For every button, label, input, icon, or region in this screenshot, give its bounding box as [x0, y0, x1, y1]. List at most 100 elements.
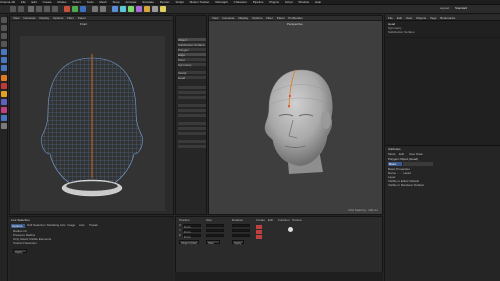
polygons-mode-icon[interactable]: [1, 65, 7, 71]
sculpted-head-model[interactable]: [209, 22, 384, 214]
coord-z-input[interactable]: 0 cm: [183, 234, 201, 239]
light-icon[interactable]: [160, 6, 166, 12]
rot-b-input[interactable]: [232, 234, 250, 237]
attr-tab-mode[interactable]: Mode: [388, 153, 396, 157]
material-swatch[interactable]: [256, 225, 262, 229]
tab-axis[interactable]: Axis: [79, 224, 85, 227]
rot-h-input[interactable]: [232, 224, 250, 227]
edges-mode-icon[interactable]: [1, 57, 7, 63]
model-mode-icon[interactable]: [1, 25, 7, 31]
grid-icon[interactable]: [1, 115, 7, 121]
vp-right-menu-cameras[interactable]: Cameras: [222, 16, 234, 20]
camera-icon[interactable]: [152, 6, 158, 12]
option-row[interactable]: Radius 10: [13, 230, 27, 233]
move-icon[interactable]: [36, 6, 42, 12]
attr-section-tab-2[interactable]: [403, 162, 433, 166]
render-view-icon[interactable]: [100, 6, 106, 12]
front-viewport[interactable]: View Cameras Display Options Filter Pane…: [9, 15, 174, 215]
om-menu-objects[interactable]: Objects: [416, 15, 426, 20]
perspective-viewport[interactable]: View Cameras Display Options Filter Pane…: [208, 15, 383, 215]
list-item[interactable]: [178, 109, 206, 112]
coord-x-input[interactable]: 0 cm: [183, 224, 201, 229]
attr-row[interactable]: Visible in Renderer Default: [388, 184, 424, 188]
list-item[interactable]: [178, 96, 206, 99]
list-item[interactable]: Edge: [178, 53, 206, 57]
subdivision-icon[interactable]: [128, 6, 134, 12]
om-menu-tags[interactable]: Tags: [430, 15, 436, 20]
workplane-icon[interactable]: [1, 41, 7, 47]
vp-right-menu-panel[interactable]: Panel: [277, 16, 285, 20]
size-mode-select[interactable]: Size: [206, 240, 220, 245]
list-item[interactable]: [178, 145, 206, 148]
list-item[interactable]: Polygon: [178, 48, 206, 52]
material-ball-icon[interactable]: [288, 227, 293, 232]
object-item-head[interactable]: Head: [388, 23, 395, 26]
texture-mode-icon[interactable]: [1, 33, 7, 39]
undo-icon[interactable]: [10, 6, 16, 12]
scale-icon[interactable]: [44, 6, 50, 12]
vp-left-menu-options[interactable]: Options: [53, 16, 63, 20]
object-item-symmetry[interactable]: Symmetry: [388, 27, 402, 30]
option-row[interactable]: Tolerant Selection: [13, 242, 37, 245]
list-item[interactable]: [178, 86, 206, 89]
render-icon[interactable]: [92, 6, 98, 12]
coord-y-input[interactable]: 0 cm: [183, 229, 201, 234]
mat-menu-edit[interactable]: Edit: [268, 219, 273, 222]
vp-right-menu-options[interactable]: Options: [252, 16, 262, 20]
apply-button[interactable]: Apply: [13, 249, 27, 254]
coord-apply-button[interactable]: Apply: [232, 240, 244, 245]
option-row[interactable]: Pressure Radius: [13, 234, 35, 237]
snap-icon[interactable]: [1, 91, 7, 97]
mat-menu-create[interactable]: Create: [256, 219, 265, 222]
vp-left-menu-filter[interactable]: Filter: [67, 16, 74, 20]
vp-right-menu-view[interactable]: View: [212, 16, 218, 20]
deformer-icon[interactable]: [144, 6, 150, 12]
vp-left-menu-cameras[interactable]: Cameras: [23, 16, 35, 20]
settings-icon[interactable]: [1, 123, 7, 129]
lock-icon[interactable]: [1, 107, 7, 113]
size-y-input[interactable]: [206, 229, 224, 232]
om-menu-bookmarks[interactable]: Bookmarks: [440, 15, 455, 20]
vp-right-menu-prorender[interactable]: ProRender: [288, 16, 303, 20]
attr-tab-edit[interactable]: Edit: [399, 153, 404, 157]
list-item[interactable]: Sculpt: [178, 71, 206, 75]
make-editable-icon[interactable]: [1, 17, 7, 23]
axis-icon[interactable]: [1, 99, 7, 105]
list-item[interactable]: Head: [178, 76, 206, 80]
mat-menu-function[interactable]: Function: [278, 219, 290, 222]
z-axis-icon[interactable]: [80, 6, 86, 12]
list-item[interactable]: [178, 104, 206, 107]
vp-left-menu-view[interactable]: View: [13, 16, 19, 20]
live-select-icon[interactable]: [28, 6, 34, 12]
x-axis-icon[interactable]: [64, 6, 70, 12]
list-item[interactable]: [178, 122, 206, 125]
list-item[interactable]: Point: [178, 58, 206, 62]
list-item[interactable]: [178, 127, 206, 130]
attr-tab-user-data[interactable]: User Data: [409, 153, 423, 157]
tab-soft-selection[interactable]: Soft Selection: [27, 224, 46, 227]
size-x-input[interactable]: [206, 224, 224, 227]
om-menu-file[interactable]: File: [388, 15, 393, 20]
list-item[interactable]: Object: [178, 38, 206, 42]
tab-modeling-axis[interactable]: Modeling Axis: [47, 224, 66, 227]
vp-left-menu-panel[interactable]: Panel: [78, 16, 86, 20]
list-item[interactable]: Symmetry: [178, 63, 206, 67]
cube-icon[interactable]: [112, 6, 118, 12]
tab-tweak[interactable]: Tweak: [89, 224, 98, 227]
rotate-icon[interactable]: [52, 6, 58, 12]
material-swatch[interactable]: [256, 230, 262, 234]
mat-menu-texture[interactable]: Texture: [292, 219, 302, 222]
option-row[interactable]: Only Select Visible Elements: [13, 238, 51, 241]
object-item-subdivision[interactable]: Subdivision Surface: [388, 31, 415, 34]
cloner-icon[interactable]: [136, 6, 142, 12]
tab-image[interactable]: Image: [67, 224, 75, 227]
size-z-input[interactable]: [206, 234, 224, 237]
om-menu-edit[interactable]: Edit: [397, 15, 402, 20]
list-item[interactable]: Subdivision Surface: [178, 43, 206, 47]
layout-value[interactable]: Standard: [455, 7, 467, 10]
tab-options[interactable]: Options: [11, 224, 25, 228]
vp-left-menu-display[interactable]: Display: [39, 16, 49, 20]
rot-p-input[interactable]: [232, 229, 250, 232]
coord-mode-select[interactable]: Object (Rel): [179, 240, 199, 245]
vp-right-menu-filter[interactable]: Filter: [266, 16, 273, 20]
